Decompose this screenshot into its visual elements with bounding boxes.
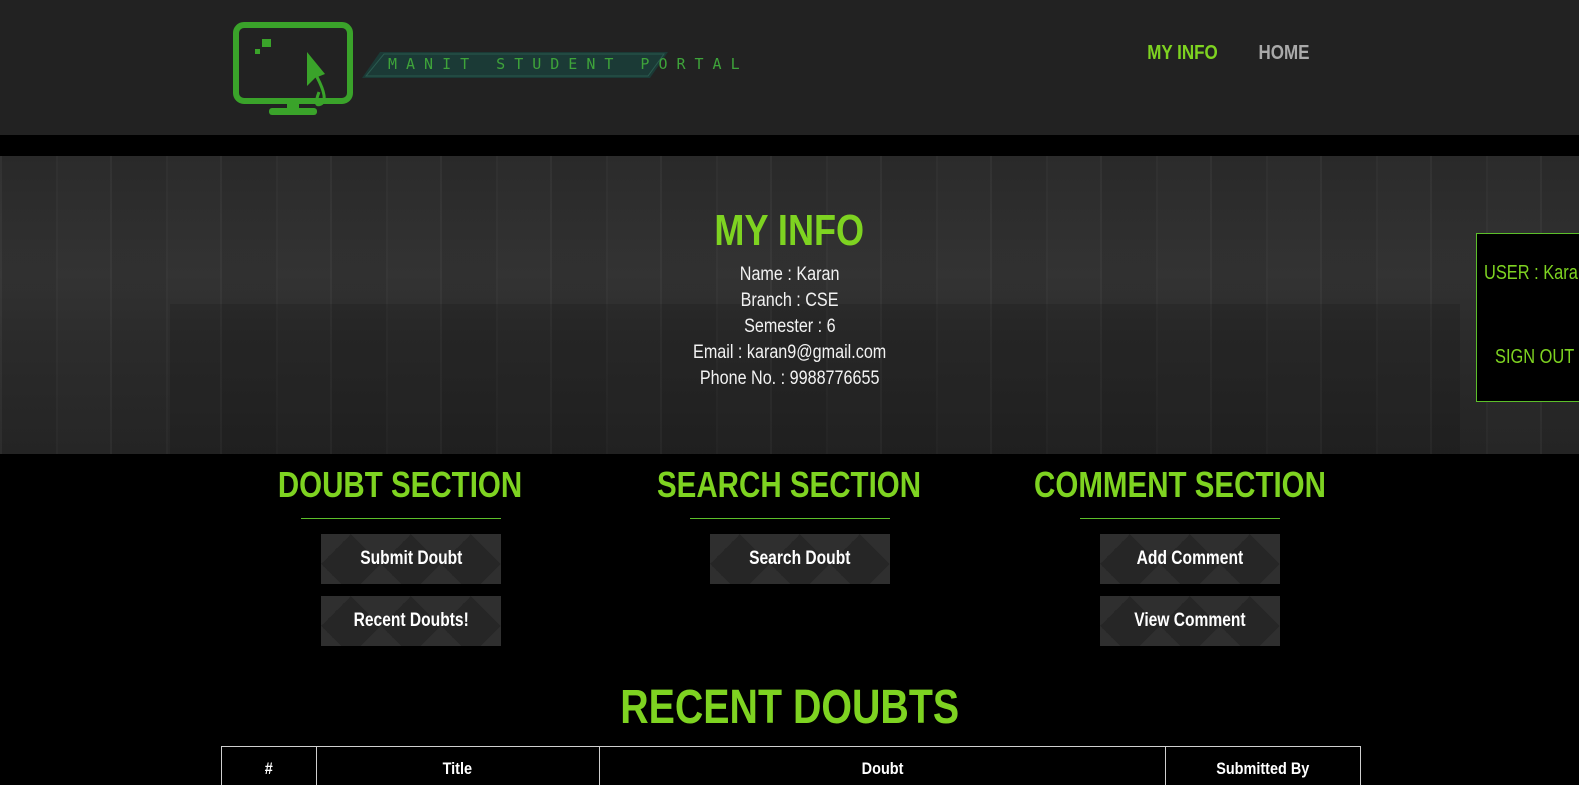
table-header-row: # Title Doubt Submitted By: [221, 746, 1361, 785]
page-title: MY INFO: [0, 206, 1579, 256]
nav-my-info[interactable]: MY INFO: [1147, 42, 1218, 65]
comment-section-title-text: COMMENT SECTION: [1034, 464, 1326, 505]
student-info: Name : Karan Branch : CSE Semester : 6 E…: [0, 262, 1579, 392]
doubt-section-title: DOUBT SECTION: [200, 462, 600, 508]
col-number-label: #: [264, 759, 273, 778]
search-section-title: SEARCH SECTION: [589, 462, 989, 508]
add-comment-button[interactable]: Add Comment: [1100, 534, 1280, 584]
col-title: Title: [315, 746, 600, 785]
comment-section: COMMENT SECTION: [980, 462, 1380, 508]
monitor-cursor-logo-icon[interactable]: [233, 22, 353, 117]
page-title-text: MY INFO: [714, 206, 865, 255]
doubt-section: DOUBT SECTION: [200, 462, 600, 508]
info-email-text: Email : karan9@gmail.com: [692, 342, 887, 363]
col-title-label: Title: [443, 759, 473, 778]
info-branch: Branch : CSE: [0, 288, 1579, 314]
recent-doubts-button[interactable]: Recent Doubts!: [321, 596, 501, 646]
user-label: USER : Karan: [1484, 262, 1579, 284]
recent-doubts-table: # Title Doubt Submitted By: [221, 746, 1361, 785]
doubt-section-rule: [301, 518, 501, 519]
search-doubt-label: Search Doubt: [749, 548, 851, 569]
info-phone-text: Phone No. : 9988776655: [699, 368, 880, 389]
info-semester: Semester : 6: [0, 314, 1579, 340]
recent-doubts-label: Recent Doubts!: [353, 610, 469, 631]
search-section-title-text: SEARCH SECTION: [656, 464, 922, 505]
search-section: SEARCH SECTION: [589, 462, 989, 508]
user-panel: USER : Karan SIGN OUT: [1476, 233, 1579, 402]
info-phone: Phone No. : 9988776655: [0, 366, 1579, 392]
comment-section-title: COMMENT SECTION: [980, 462, 1380, 508]
add-comment-label: Add Comment: [1136, 548, 1244, 569]
info-semester-text: Semester : 6: [743, 316, 836, 337]
logo-text: MANIT STUDENT PORTAL: [388, 55, 749, 73]
col-doubt: Doubt: [598, 746, 1167, 785]
doubt-section-title-text: DOUBT SECTION: [277, 464, 523, 505]
signout-button[interactable]: SIGN OUT: [1495, 346, 1574, 369]
col-doubt-label: Doubt: [861, 759, 904, 778]
info-branch-text: Branch : CSE: [740, 290, 839, 311]
recent-doubts-title-text: RECENT DOUBTS: [620, 681, 959, 734]
col-submitted-by-label: Submitted By: [1216, 759, 1310, 778]
submit-doubt-button[interactable]: Submit Doubt: [321, 534, 501, 584]
view-comment-button[interactable]: View Comment: [1100, 596, 1280, 646]
view-comment-label: View Comment: [1134, 610, 1246, 631]
site-header: MANIT STUDENT PORTAL MY INFO HOME: [0, 0, 1579, 135]
main-nav: MY INFO HOME: [1141, 42, 1314, 65]
search-doubt-button[interactable]: Search Doubt: [710, 534, 890, 584]
search-section-rule: [690, 518, 890, 519]
info-name-text: Name : Karan: [739, 264, 840, 285]
info-name: Name : Karan: [0, 262, 1579, 288]
col-submitted-by: Submitted By: [1165, 746, 1361, 785]
nav-home[interactable]: HOME: [1259, 42, 1310, 65]
recent-doubts-title: RECENT DOUBTS: [0, 680, 1579, 735]
comment-section-rule: [1080, 518, 1280, 519]
submit-doubt-label: Submit Doubt: [359, 548, 463, 569]
col-number: #: [221, 746, 317, 785]
info-email: Email : karan9@gmail.com: [0, 340, 1579, 366]
